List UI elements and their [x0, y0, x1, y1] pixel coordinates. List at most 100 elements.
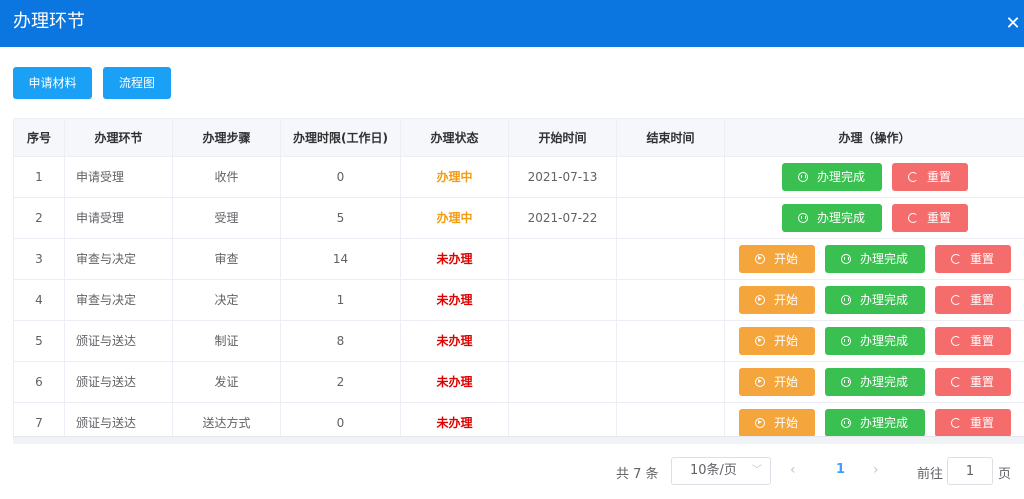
- complete-button[interactable]: 办理完成: [781, 162, 882, 191]
- refresh-icon: [950, 294, 961, 305]
- column-header: 序号: [13, 119, 65, 157]
- pause-icon: [840, 417, 851, 428]
- reset-button[interactable]: 重置: [891, 162, 968, 191]
- stage-cell: 审查与决定: [64, 238, 173, 280]
- reset-button-label: 重置: [969, 375, 994, 389]
- start-button-label: 开始: [773, 375, 798, 389]
- status-badge: 未办理: [400, 238, 509, 280]
- end-time-cell: [616, 361, 725, 403]
- end-time-cell: [616, 156, 725, 198]
- action-buttons: 开始 办理完成 重置: [725, 408, 1024, 437]
- action-buttons: 办理完成 重置: [725, 162, 1024, 191]
- pause-icon: [840, 253, 851, 264]
- complete-button[interactable]: 办理完成: [824, 244, 925, 273]
- start-button[interactable]: 开始: [738, 244, 815, 273]
- reset-button-label: 重置: [969, 252, 994, 266]
- row-number: 1: [13, 156, 65, 198]
- action-buttons: 开始 办理完成 重置: [725, 244, 1024, 273]
- reset-button-label: 重置: [926, 211, 951, 225]
- start-button[interactable]: 开始: [738, 408, 815, 437]
- start-time-cell: [508, 238, 617, 280]
- actions-cell: 开始 办理完成 重置: [724, 279, 1024, 321]
- play-icon: [754, 253, 765, 264]
- complete-button-label: 办理完成: [859, 375, 908, 389]
- chevron-down-icon: ﹀: [752, 465, 762, 476]
- flowchart-button[interactable]: 流程图: [103, 67, 171, 99]
- complete-button-label: 办理完成: [859, 252, 908, 266]
- column-header: 办理环节: [64, 119, 173, 157]
- complete-button[interactable]: 办理完成: [824, 367, 925, 396]
- pagination: 共 7 条 10条/页 ﹀ ‹ 1 › 前往 页: [0, 457, 1024, 485]
- step-cell: 收件: [172, 156, 281, 198]
- next-page-icon[interactable]: ›: [873, 462, 879, 478]
- reset-button[interactable]: 重置: [934, 244, 1011, 273]
- actions-cell: 办理完成 重置: [724, 197, 1024, 239]
- table-row: 3 审查与决定 审查 14 未办理 开始 办理完成 重置: [13, 238, 1024, 280]
- time-limit-cell: 5: [280, 197, 401, 239]
- stage-cell: 颁证与送达: [64, 320, 173, 362]
- goto-page-input[interactable]: [947, 457, 993, 485]
- table-row: 1 申请受理 收件 0 办理中 2021-07-13 办理完成 重置: [13, 156, 1024, 198]
- start-button[interactable]: 开始: [738, 367, 815, 396]
- play-icon: [754, 376, 765, 387]
- page-number-current[interactable]: 1: [836, 462, 845, 477]
- actions-cell: 开始 办理完成 重置: [724, 238, 1024, 280]
- start-time-cell: [508, 279, 617, 321]
- row-number: 2: [13, 197, 65, 239]
- refresh-icon: [907, 171, 918, 182]
- stage-cell: 审查与决定: [64, 279, 173, 321]
- end-time-cell: [616, 320, 725, 362]
- goto-label: 前往: [917, 467, 944, 482]
- actions-cell: 开始 办理完成 重置: [724, 320, 1024, 362]
- refresh-icon: [950, 417, 961, 428]
- reset-button-label: 重置: [969, 334, 994, 348]
- prev-page-icon[interactable]: ‹: [790, 462, 796, 478]
- stage-cell: 申请受理: [64, 156, 173, 198]
- start-button-label: 开始: [773, 293, 798, 307]
- start-time-cell: [508, 320, 617, 362]
- step-cell: 受理: [172, 197, 281, 239]
- refresh-icon: [950, 376, 961, 387]
- pause-icon: [840, 335, 851, 346]
- complete-button[interactable]: 办理完成: [824, 408, 925, 437]
- pause-icon: [797, 171, 808, 182]
- reset-button[interactable]: 重置: [891, 203, 968, 232]
- page-size-select[interactable]: 10条/页 ﹀: [671, 457, 771, 485]
- status-badge: 办理中: [400, 156, 509, 198]
- table-row: 2 申请受理 受理 5 办理中 2021-07-22 办理完成 重置: [13, 197, 1024, 239]
- total-count: 共 7 条: [616, 467, 659, 482]
- start-time-cell: 2021-07-22: [508, 197, 617, 239]
- complete-button[interactable]: 办理完成: [824, 285, 925, 314]
- pause-icon: [840, 294, 851, 305]
- page-size-value: 10条/页: [690, 463, 737, 478]
- row-number: 4: [13, 279, 65, 321]
- complete-button[interactable]: 办理完成: [824, 326, 925, 355]
- stage-cell: 颁证与送达: [64, 361, 173, 403]
- start-button[interactable]: 开始: [738, 285, 815, 314]
- action-buttons: 开始 办理完成 重置: [725, 367, 1024, 396]
- horizontal-scrollbar[interactable]: [13, 436, 1024, 444]
- reset-button[interactable]: 重置: [934, 408, 1011, 437]
- time-limit-cell: 8: [280, 320, 401, 362]
- apply-materials-button[interactable]: 申请材料: [13, 67, 92, 99]
- complete-button[interactable]: 办理完成: [781, 203, 882, 232]
- step-cell: 制证: [172, 320, 281, 362]
- status-badge: 未办理: [400, 361, 509, 403]
- end-time-cell: [616, 197, 725, 239]
- play-icon: [754, 417, 765, 428]
- refresh-icon: [907, 212, 918, 223]
- reset-button[interactable]: 重置: [934, 326, 1011, 355]
- step-cell: 决定: [172, 279, 281, 321]
- reset-button[interactable]: 重置: [934, 285, 1011, 314]
- start-time-cell: [508, 361, 617, 403]
- reset-button-label: 重置: [969, 293, 994, 307]
- time-limit-cell: 2: [280, 361, 401, 403]
- close-icon[interactable]: ✕: [1004, 14, 1022, 34]
- reset-button[interactable]: 重置: [934, 367, 1011, 396]
- start-button[interactable]: 开始: [738, 326, 815, 355]
- play-icon: [754, 294, 765, 305]
- start-button-label: 开始: [773, 334, 798, 348]
- complete-button-label: 办理完成: [859, 334, 908, 348]
- row-number: 5: [13, 320, 65, 362]
- complete-button-label: 办理完成: [816, 170, 865, 184]
